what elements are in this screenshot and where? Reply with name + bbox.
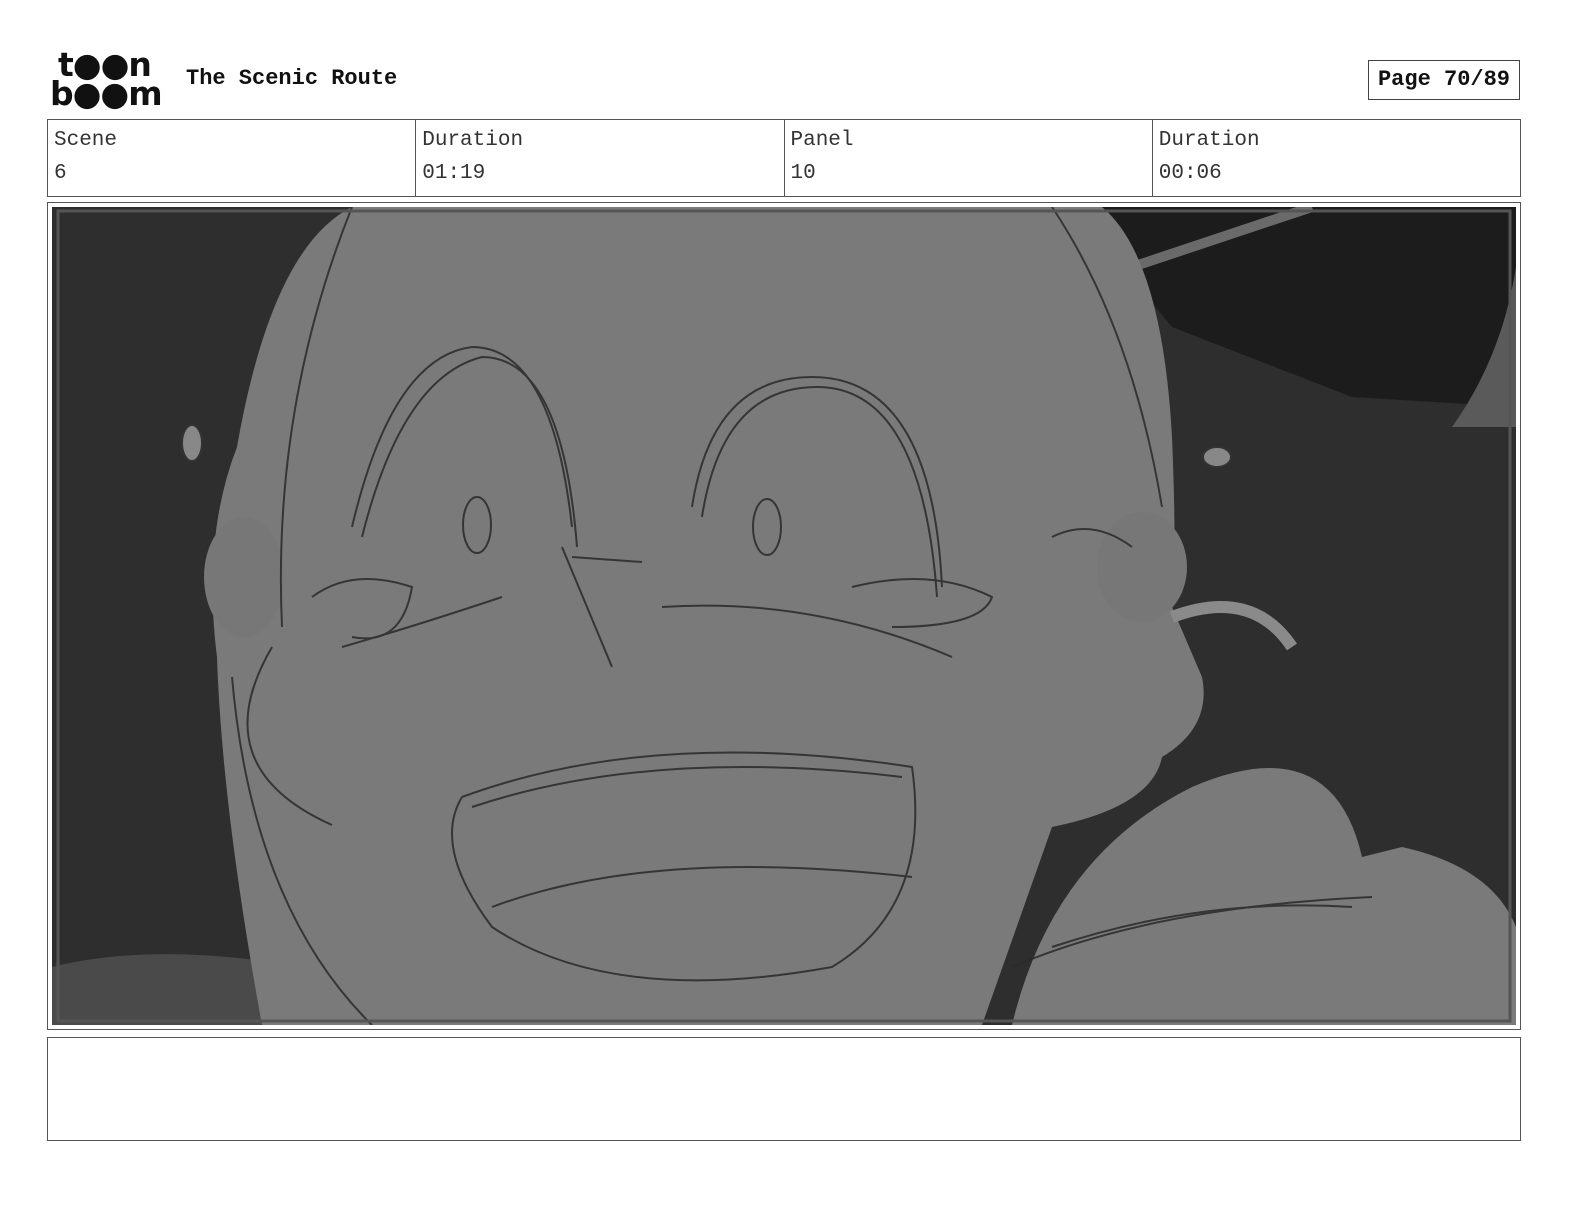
storyboard-sketch-image — [52, 207, 1516, 1025]
scene-cell: Scene 6 — [48, 120, 417, 196]
panel-cell: Panel 10 — [785, 120, 1153, 196]
panel-duration-value: 00:06 — [1158, 162, 1222, 185]
toonboom-logo: t●●n b●●m — [50, 48, 166, 113]
scene-duration-cell: Duration 01:19 — [416, 120, 785, 196]
scene-duration-value: 01:19 — [422, 162, 486, 185]
panel-label: Panel — [790, 129, 854, 152]
panel-duration-label: Duration — [1158, 129, 1260, 152]
document-title: The Scenic Route — [186, 66, 398, 91]
storyboard-panel-frame — [47, 202, 1521, 1030]
scene-info-table: Scene 6 Duration 01:19 Panel 10 Duration… — [47, 119, 1521, 197]
page-number-box: Page 70/89 — [1368, 60, 1520, 100]
scene-value: 6 — [54, 162, 67, 185]
logo-text-bottom: b●●m — [50, 74, 163, 113]
panel-value: 10 — [790, 162, 816, 185]
panel-duration-cell: Duration 00:06 — [1153, 120, 1520, 196]
scene-duration-label: Duration — [422, 129, 524, 152]
panel-notes-box — [47, 1037, 1521, 1141]
scene-label: Scene — [54, 129, 118, 152]
